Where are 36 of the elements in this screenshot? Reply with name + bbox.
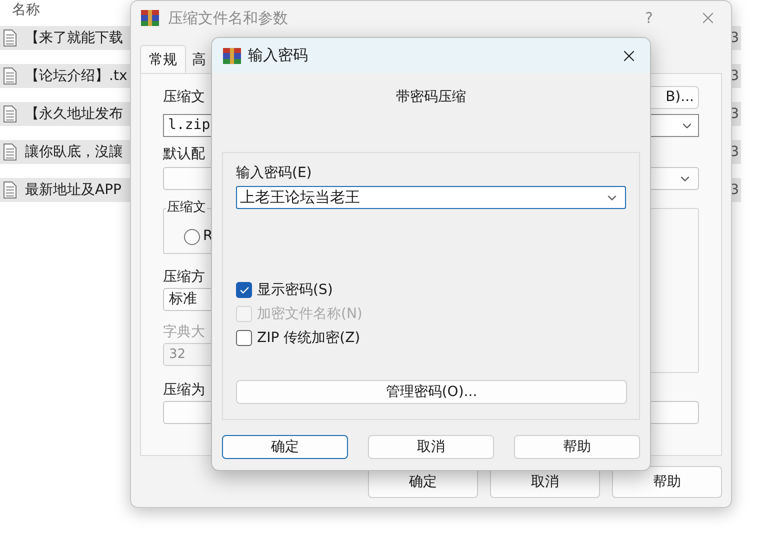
file-name: 【论坛介绍】.tx [25, 66, 128, 86]
field-label: 压缩方 [163, 268, 205, 286]
field-label: 字典大 [163, 323, 205, 341]
document-icon [3, 105, 17, 123]
archive-icon [222, 46, 242, 64]
checkbox[interactable] [236, 282, 252, 298]
check-icon [238, 284, 250, 296]
checkbox-option[interactable]: ZIP 传统加密(Z) [236, 329, 360, 347]
file-name: 【永久地址发布 [25, 104, 123, 124]
field-label: 压缩文 [163, 88, 205, 107]
archive-icon [140, 9, 160, 27]
dialog-button[interactable]: 取消 [368, 435, 494, 459]
column-header[interactable]: 名称 [12, 0, 40, 20]
dialog-button[interactable]: 管理密码(O)... [236, 380, 627, 404]
file-name: 最新地址及APP [25, 180, 122, 200]
password-combobox[interactable]: 上老王论坛当老王 [236, 186, 626, 209]
document-icon [3, 181, 17, 199]
file-name: 讓你臥底，沒讓 [25, 142, 123, 162]
document-icon [3, 67, 17, 85]
document-icon [3, 143, 17, 161]
field-label: 压缩为 [163, 381, 205, 399]
checkbox[interactable] [236, 330, 252, 346]
checkbox-option[interactable]: 显示密码(S) [236, 281, 333, 299]
window-title: 压缩文件名和参数 [168, 8, 288, 29]
tab[interactable]: 高 [186, 47, 212, 73]
dialog-button[interactable]: 帮助 [612, 466, 722, 498]
tab[interactable]: 常规 [140, 45, 186, 73]
dialog-button[interactable]: 确定 [222, 435, 348, 459]
dialog-heading: 带密码压缩 [396, 88, 466, 106]
field-label: 输入密码(E) [236, 164, 312, 182]
file-name: 【来了就能下载 [25, 28, 123, 48]
field-label: 默认配 [163, 145, 205, 163]
document-icon [3, 29, 17, 47]
radio-option[interactable]: R [184, 226, 213, 247]
dialog-button[interactable]: 帮助 [514, 435, 640, 459]
window-title: 输入密码 [248, 45, 308, 66]
